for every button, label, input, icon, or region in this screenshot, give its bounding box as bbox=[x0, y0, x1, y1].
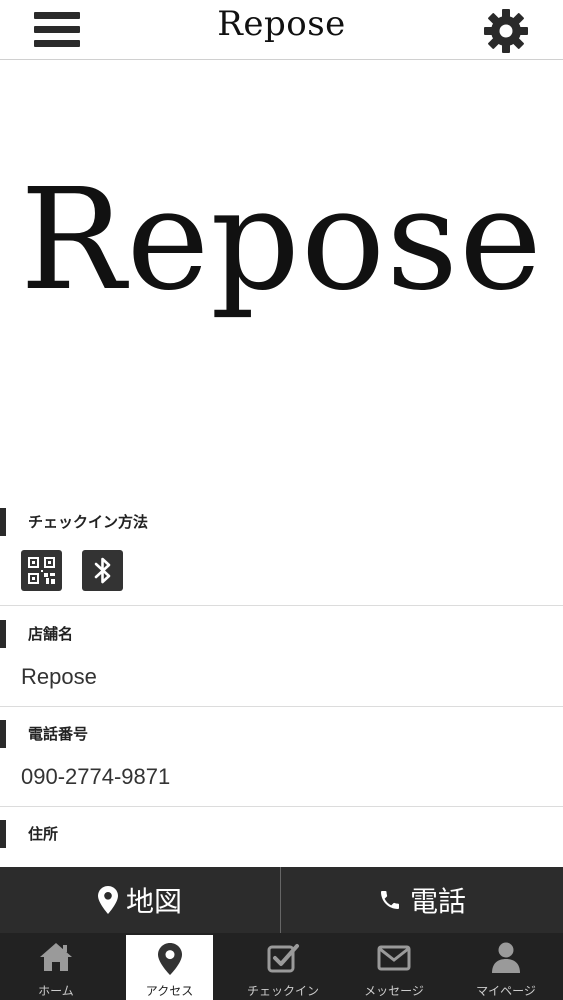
tab-message[interactable]: メッセージ bbox=[349, 933, 439, 1000]
qr-code-icon[interactable] bbox=[21, 550, 62, 591]
map-button[interactable]: 地図 bbox=[0, 867, 280, 933]
user-icon bbox=[492, 942, 520, 973]
bluetooth-icon[interactable] bbox=[82, 550, 123, 591]
app-header: Repose bbox=[0, 0, 563, 60]
tab-access[interactable]: アクセス bbox=[126, 935, 213, 1000]
store-name-value: Repose bbox=[21, 664, 97, 689]
phone-number-value[interactable]: 090-2774-9871 bbox=[21, 764, 170, 790]
checkin-method-section: チェックイン方法 bbox=[0, 508, 563, 606]
tab-label: アクセス bbox=[145, 984, 194, 998]
section-label: 店舗名 bbox=[0, 620, 73, 648]
section-label: チェックイン方法 bbox=[0, 508, 148, 536]
bottom-tab-bar: ホーム アクセス チェックイン メッセージ マイページ bbox=[0, 933, 563, 1000]
call-button[interactable]: 電話 bbox=[281, 867, 563, 933]
store-logo-banner: Repose bbox=[0, 61, 563, 501]
tab-home[interactable]: ホーム bbox=[11, 933, 101, 1000]
page-title: Repose bbox=[217, 4, 346, 44]
tab-label: メッセージ bbox=[364, 984, 424, 998]
tab-mypage[interactable]: マイページ bbox=[461, 933, 551, 1000]
phone-section: 電話番号 090-2774-9871 bbox=[0, 720, 563, 807]
checkin-icon bbox=[267, 944, 299, 973]
map-button-label: 地図 bbox=[125, 885, 182, 918]
call-button-label: 電話 bbox=[409, 885, 466, 918]
gear-icon[interactable] bbox=[482, 7, 530, 55]
address-section: 住所 bbox=[0, 820, 563, 867]
tab-checkin[interactable]: チェックイン bbox=[238, 933, 328, 1000]
section-label: 電話番号 bbox=[0, 720, 88, 748]
tab-label: チェックイン bbox=[246, 984, 319, 998]
map-pin-icon bbox=[157, 943, 182, 975]
tab-label: ホーム bbox=[38, 984, 74, 998]
store-logo: Repose bbox=[20, 159, 543, 322]
store-name-section: 店舗名 Repose bbox=[0, 620, 563, 707]
home-icon bbox=[40, 943, 72, 971]
action-bar: 地図 電話 bbox=[0, 867, 563, 933]
tab-label: マイページ bbox=[476, 984, 536, 998]
envelope-icon bbox=[377, 945, 411, 971]
phone-icon bbox=[380, 891, 399, 909]
map-pin-icon bbox=[97, 886, 118, 914]
section-label: 住所 bbox=[0, 820, 58, 848]
